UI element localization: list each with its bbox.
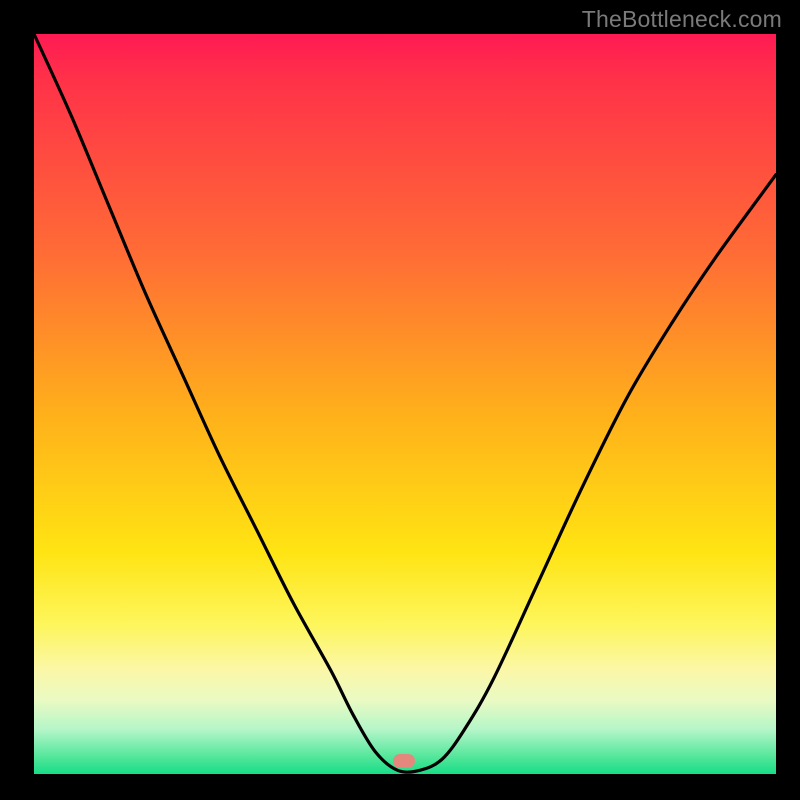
bottleneck-curve <box>34 34 776 774</box>
optimal-point-marker <box>393 754 415 768</box>
plot-area <box>34 34 776 774</box>
chart-frame: TheBottleneck.com <box>0 0 800 800</box>
watermark-text: TheBottleneck.com <box>582 6 782 33</box>
